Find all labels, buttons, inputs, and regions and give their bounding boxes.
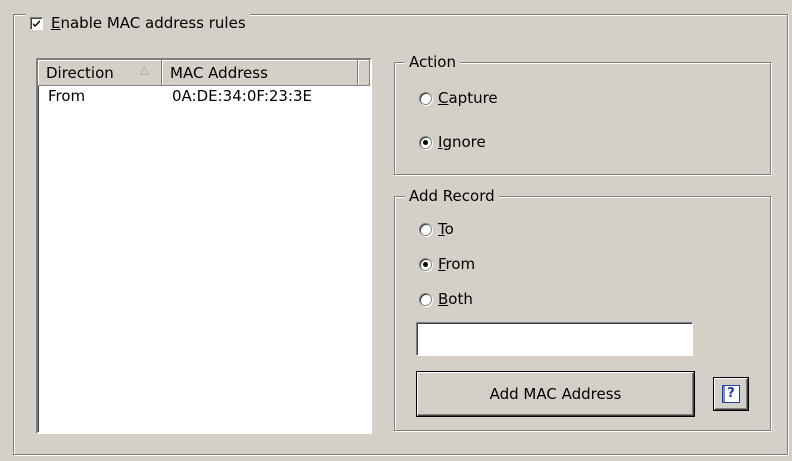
from-radio-indicator xyxy=(419,257,432,271)
action-ignore-radio[interactable]: Ignore xyxy=(419,133,486,151)
ignore-radio-indicator xyxy=(419,135,432,149)
check-mark-icon xyxy=(33,19,40,27)
sort-ascending-icon: △ xyxy=(140,63,149,76)
add-record-to-radio[interactable]: To xyxy=(419,220,454,238)
list-header: Direction △ MAC Address xyxy=(38,60,370,86)
table-row[interactable]: From 0A:DE:34:0F:23:3E xyxy=(48,86,368,106)
mac-rules-list[interactable]: Direction △ MAC Address From 0A:DE:34:0F… xyxy=(36,58,372,434)
action-capture-radio[interactable]: Capture xyxy=(419,89,498,107)
mac-address-input[interactable] xyxy=(416,322,693,356)
help-button[interactable]: ? xyxy=(714,378,748,410)
column-header-mac-address-label: MAC Address xyxy=(170,64,268,82)
action-group-title: Action xyxy=(405,53,460,71)
capture-radio-indicator xyxy=(419,91,432,105)
add-record-group-title: Add Record xyxy=(405,187,499,205)
add-record-both-radio[interactable]: Both xyxy=(419,290,473,308)
help-book-icon: ? xyxy=(722,385,740,403)
ignore-radio-label: Ignore xyxy=(438,133,486,151)
row-mac-address: 0A:DE:34:0F:23:3E xyxy=(172,87,313,105)
capture-radio-label: Capture xyxy=(438,89,498,107)
action-group xyxy=(394,62,771,175)
column-header-filler xyxy=(358,60,370,86)
enable-mac-rules-label: Enable MAC address rules xyxy=(51,14,246,32)
both-radio-label: Both xyxy=(438,290,473,308)
enable-mac-rules-checkbox[interactable] xyxy=(30,16,43,30)
add-mac-address-button-label: Add MAC Address xyxy=(489,385,622,403)
column-header-direction[interactable]: Direction △ xyxy=(38,60,162,86)
column-header-mac-address[interactable]: MAC Address xyxy=(162,60,358,86)
column-header-direction-label: Direction xyxy=(46,64,114,82)
from-radio-label: From xyxy=(438,255,476,273)
both-radio-indicator xyxy=(419,292,432,306)
add-record-from-radio[interactable]: From xyxy=(419,255,475,273)
add-mac-address-button[interactable]: Add MAC Address xyxy=(417,372,694,416)
row-direction: From xyxy=(48,87,86,105)
to-radio-indicator xyxy=(419,222,432,236)
to-radio-label: To xyxy=(438,220,454,238)
enable-mac-rules-checkbox-row[interactable]: Enable MAC address rules xyxy=(26,13,250,33)
